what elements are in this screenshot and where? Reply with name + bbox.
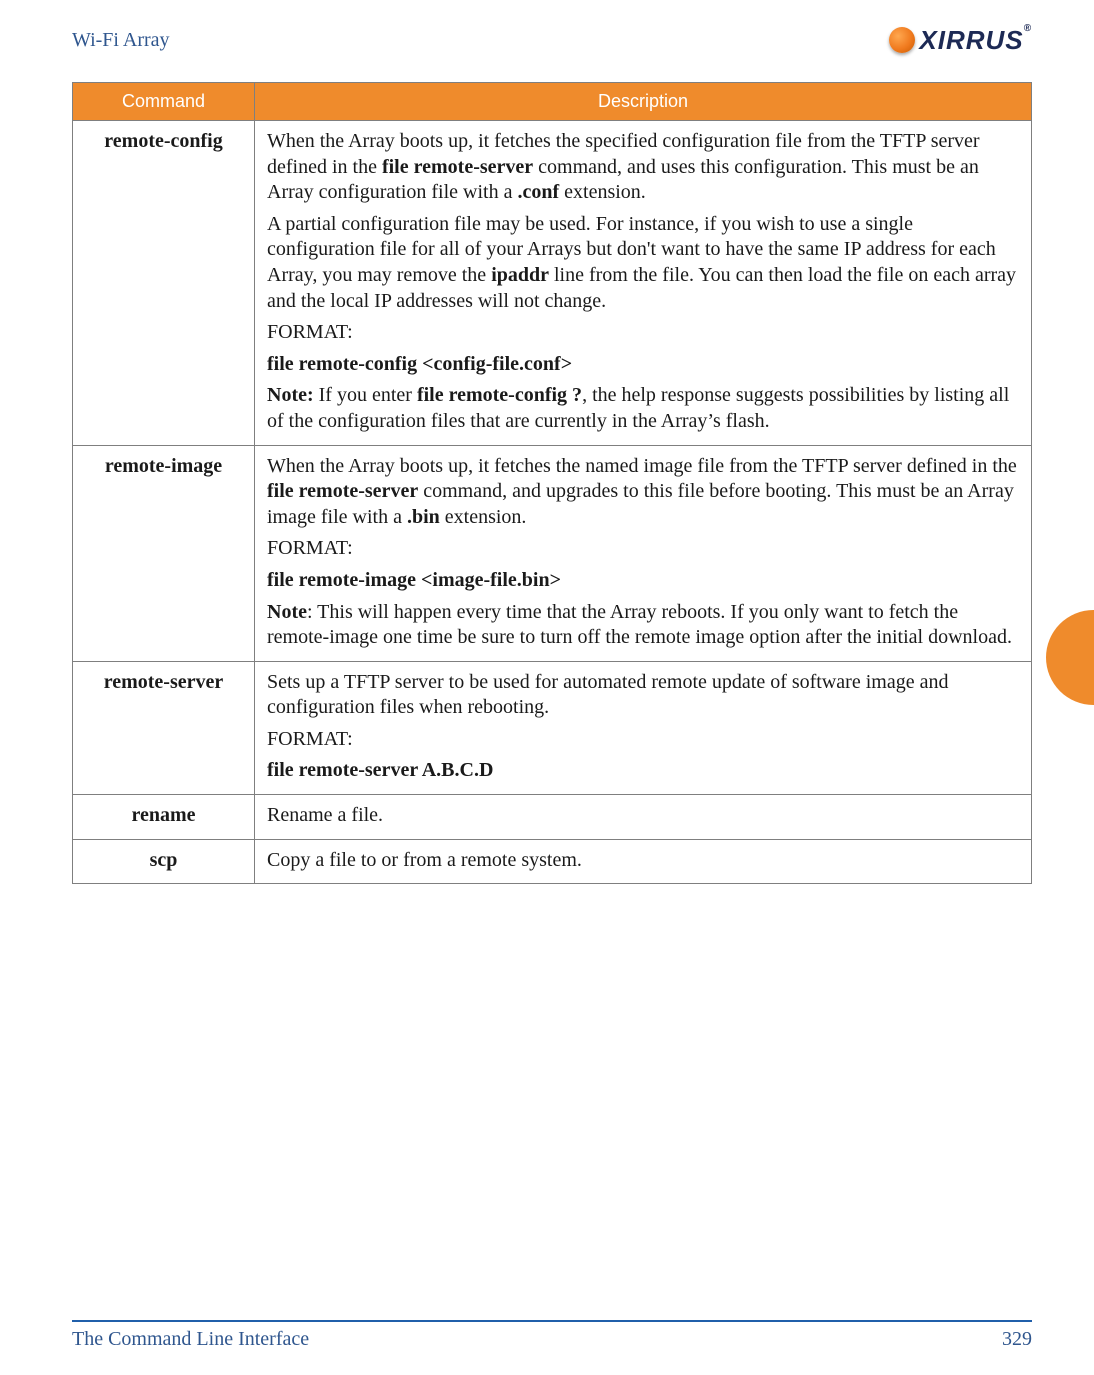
table-row: remote-image When the Array boots up, it… (73, 445, 1032, 661)
text: extension. (440, 506, 527, 528)
col-header-description: Description (255, 83, 1032, 121)
cmd-name: remote-image (73, 445, 255, 661)
brand-word: XIRRUS (919, 25, 1023, 55)
desc-note: Note: This will happen every time that t… (267, 600, 1019, 651)
text-bold: .conf (517, 181, 559, 203)
text: When the Array boots up, it fetches the … (267, 455, 1017, 477)
text-bold: .bin (407, 506, 440, 528)
text-bold: Note (267, 601, 307, 623)
desc-paragraph: Sets up a TFTP server to be used for aut… (267, 670, 1019, 721)
cmd-name: remote-server (73, 661, 255, 794)
desc-paragraph: Rename a file. (267, 803, 1019, 829)
text: extension. (559, 181, 646, 203)
text-bold: file remote-server (382, 156, 533, 178)
desc-paragraph: Copy a file to or from a remote system. (267, 848, 1019, 874)
cmd-description: Copy a file to or from a remote system. (255, 839, 1032, 884)
desc-note: Note: If you enter file remote-config ?,… (267, 383, 1019, 434)
table-row: remote-config When the Array boots up, i… (73, 121, 1032, 446)
brand-registered: ® (1024, 23, 1032, 34)
desc-format-label: FORMAT: (267, 536, 1019, 562)
text-bold: file remote-config ? (417, 384, 582, 406)
cmd-name: remote-config (73, 121, 255, 446)
table-header-row: Command Description (73, 83, 1032, 121)
text-bold: ipaddr (491, 264, 549, 286)
table-row: rename Rename a file. (73, 795, 1032, 840)
text-bold: Note: (267, 384, 314, 406)
text: If you enter (314, 384, 417, 406)
cmd-name: rename (73, 795, 255, 840)
cmd-description: When the Array boots up, it fetches the … (255, 445, 1032, 661)
brand-logo: XIRRUS® (889, 24, 1032, 56)
logo-dot-icon (889, 27, 915, 53)
text: : This will happen every time that the A… (267, 601, 1012, 649)
page-footer: The Command Line Interface 329 (72, 1320, 1032, 1351)
desc-format-syntax: file remote-image <image-file.bin> (267, 568, 1019, 594)
brand-wordmark: XIRRUS® (919, 25, 1032, 56)
cmd-description: When the Array boots up, it fetches the … (255, 121, 1032, 446)
cmd-description: Rename a file. (255, 795, 1032, 840)
desc-paragraph: A partial configuration file may be used… (267, 212, 1019, 314)
col-header-command: Command (73, 83, 255, 121)
desc-format-label: FORMAT: (267, 727, 1019, 753)
desc-format-label: FORMAT: (267, 320, 1019, 346)
desc-format-syntax: file remote-config <config-file.conf> (267, 352, 1019, 378)
doc-title: Wi-Fi Array (72, 29, 170, 52)
table-row: scp Copy a file to or from a remote syst… (73, 839, 1032, 884)
footer-page-number: 329 (1002, 1328, 1032, 1351)
text-bold: file remote-server (267, 480, 418, 502)
footer-rule (72, 1320, 1032, 1322)
command-table: Command Description remote-config When t… (72, 82, 1032, 884)
table-row: remote-server Sets up a TFTP server to b… (73, 661, 1032, 794)
desc-format-syntax: file remote-server A.B.C.D (267, 758, 1019, 784)
footer-section-title: The Command Line Interface (72, 1328, 309, 1351)
desc-paragraph: When the Array boots up, it fetches the … (267, 129, 1019, 206)
desc-paragraph: When the Array boots up, it fetches the … (267, 454, 1019, 531)
footer-row: The Command Line Interface 329 (72, 1328, 1032, 1351)
page-header: Wi-Fi Array XIRRUS® (72, 24, 1032, 56)
side-tab-icon (1046, 610, 1094, 705)
cmd-name: scp (73, 839, 255, 884)
cmd-description: Sets up a TFTP server to be used for aut… (255, 661, 1032, 794)
